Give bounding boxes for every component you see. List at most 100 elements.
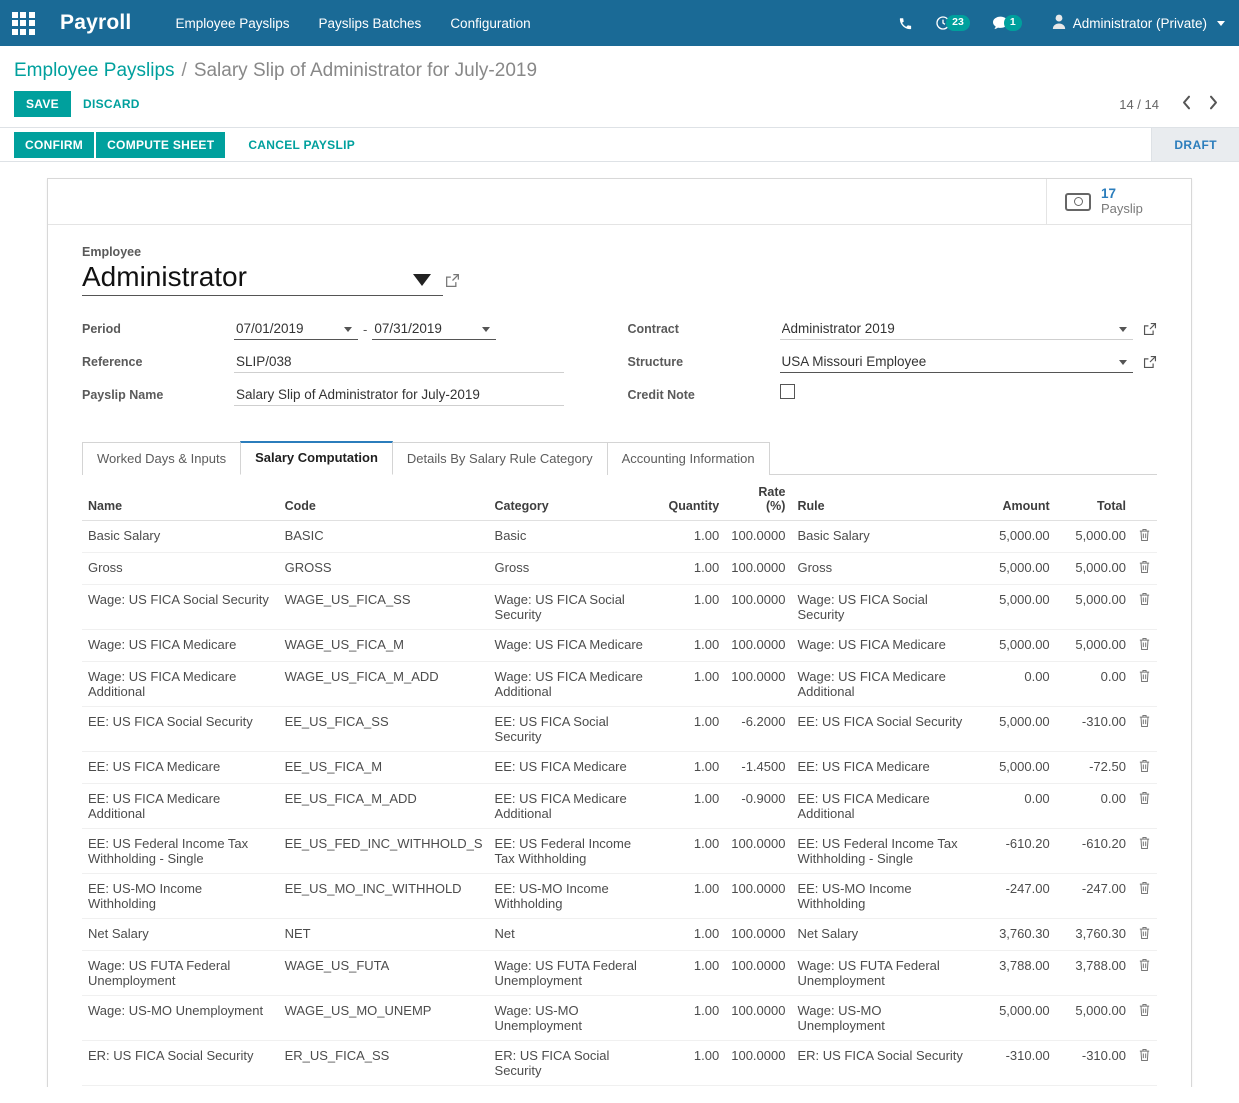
cell-rate[interactable]: 100.0000: [725, 584, 792, 630]
table-row[interactable]: EE: US FICA Social Security EE_US_FICA_SS…: [82, 706, 1157, 752]
cell-rate[interactable]: 100.0000: [725, 629, 792, 662]
trash-icon[interactable]: [1138, 791, 1151, 807]
cell-name[interactable]: Wage: US FICA Social Security: [82, 584, 279, 630]
cell-quantity[interactable]: 1.00: [655, 584, 726, 630]
cell-rule[interactable]: Wage: US FICA Medicare: [791, 629, 975, 662]
cell-rate[interactable]: 100.0000: [725, 520, 792, 553]
cancel-payslip-button[interactable]: CANCEL PAYSLIP: [237, 132, 366, 158]
cell-amount[interactable]: 5,000.00: [974, 520, 1056, 553]
trash-icon[interactable]: [1138, 560, 1151, 576]
credit-note-checkbox[interactable]: [779, 384, 795, 399]
cell-total[interactable]: -72.50: [1055, 751, 1132, 784]
apps-grid-icon[interactable]: [8, 8, 38, 38]
cell-name[interactable]: EE: US FICA Social Security: [82, 706, 279, 752]
trash-icon[interactable]: [1138, 759, 1151, 775]
cell-total[interactable]: 5,000.00: [1055, 995, 1132, 1041]
cell-rule[interactable]: ER: US FICA Medicare: [791, 1085, 975, 1087]
cell-total[interactable]: -310.00: [1055, 706, 1132, 752]
cell-total[interactable]: 5,000.00: [1055, 520, 1132, 553]
cell-total[interactable]: 5,000.00: [1055, 629, 1132, 662]
cell-category[interactable]: Basic: [488, 520, 656, 553]
cell-code[interactable]: WAGE_US_FICA_SS: [278, 584, 489, 630]
table-row[interactable]: EE: US-MO Income Withholding EE_US_MO_INC…: [82, 873, 1157, 919]
cell-total[interactable]: 3,760.30: [1055, 918, 1132, 951]
period-from-input[interactable]: [234, 318, 358, 340]
table-row[interactable]: EE: US FICA Medicare Additional EE_US_FIC…: [82, 783, 1157, 829]
cell-amount[interactable]: 0.00: [974, 783, 1056, 829]
cell-category[interactable]: EE: US FICA Medicare: [488, 751, 656, 784]
trash-icon[interactable]: [1138, 714, 1151, 730]
cell-rate[interactable]: 100.0000: [725, 918, 792, 951]
trash-icon[interactable]: [1138, 1003, 1151, 1019]
cell-code[interactable]: EE_US_FICA_M_ADD: [278, 783, 489, 829]
cell-category[interactable]: EE: US FICA Medicare Additional: [488, 783, 656, 829]
discard-button[interactable]: DISCARD: [71, 91, 152, 117]
cell-amount[interactable]: 0.00: [974, 661, 1056, 707]
cell-category[interactable]: Wage: US FICA Medicare Additional: [488, 661, 656, 707]
menu-employee-payslips[interactable]: Employee Payslips: [175, 16, 289, 31]
contract-external-link-icon[interactable]: [1143, 322, 1157, 336]
structure-external-link-icon[interactable]: [1143, 355, 1157, 369]
cell-code[interactable]: NET: [278, 918, 489, 951]
trash-icon[interactable]: [1138, 528, 1151, 544]
trash-icon[interactable]: [1138, 592, 1151, 608]
cell-total[interactable]: 5,000.00: [1055, 552, 1132, 585]
cell-total[interactable]: -610.20: [1055, 828, 1132, 874]
cell-name[interactable]: ER: US FICA Medicare: [82, 1085, 279, 1087]
cell-amount[interactable]: -247.00: [974, 873, 1056, 919]
table-row[interactable]: Wage: US-MO Unemployment WAGE_US_MO_UNEMP…: [82, 995, 1157, 1041]
employee-caret-down-icon[interactable]: [413, 274, 431, 286]
cell-quantity[interactable]: 1.00: [655, 1085, 726, 1087]
employee-external-link-icon[interactable]: [445, 273, 460, 288]
cell-name[interactable]: EE: US FICA Medicare: [82, 751, 279, 784]
cell-name[interactable]: Wage: US FICA Medicare: [82, 629, 279, 662]
cell-total[interactable]: -247.00: [1055, 873, 1132, 919]
cell-amount[interactable]: 5,000.00: [974, 552, 1056, 585]
pager-previous-button[interactable]: [1175, 93, 1198, 115]
cell-total[interactable]: 0.00: [1055, 661, 1132, 707]
cell-code[interactable]: ER_US_FICA_M: [278, 1085, 489, 1087]
cell-rule[interactable]: EE: US FICA Medicare Additional: [791, 783, 975, 829]
cell-category[interactable]: EE: US-MO Income Withholding: [488, 873, 656, 919]
cell-category[interactable]: ER: US FICA Medicare: [488, 1085, 656, 1087]
cell-rate[interactable]: 100.0000: [725, 1040, 792, 1086]
cell-code[interactable]: GROSS: [278, 552, 489, 585]
status-badge-draft[interactable]: DRAFT: [1152, 128, 1239, 161]
cell-code[interactable]: EE_US_FED_INC_WITHHOLD_S: [278, 828, 489, 874]
cell-rule[interactable]: EE: US-MO Income Withholding: [791, 873, 975, 919]
cell-name[interactable]: EE: US-MO Income Withholding: [82, 873, 279, 919]
cell-amount[interactable]: 5,000.00: [974, 629, 1056, 662]
cell-category[interactable]: Wage: US FICA Social Security: [488, 584, 656, 630]
user-menu[interactable]: Administrator (Private): [1052, 14, 1225, 32]
tab-accounting-information[interactable]: Accounting Information: [606, 442, 770, 475]
save-button[interactable]: SAVE: [14, 91, 71, 117]
cell-quantity[interactable]: 1.00: [655, 950, 726, 996]
cell-rate[interactable]: -1.4500: [725, 751, 792, 784]
cell-total[interactable]: 5,000.00: [1055, 584, 1132, 630]
messages-chat-icon[interactable]: 1: [992, 15, 1022, 31]
cell-name[interactable]: EE: US Federal Income Tax Withholding - …: [82, 828, 279, 874]
cell-code[interactable]: WAGE_US_FUTA: [278, 950, 489, 996]
cell-rule[interactable]: Net Salary: [791, 918, 975, 951]
table-row[interactable]: ER: US FICA Social Security ER_US_FICA_SS…: [82, 1040, 1157, 1086]
cell-amount[interactable]: -72.50: [974, 1085, 1056, 1087]
cell-category[interactable]: Wage: US FUTA Federal Unemployment: [488, 950, 656, 996]
cell-name[interactable]: EE: US FICA Medicare Additional: [82, 783, 279, 829]
cell-category[interactable]: EE: US Federal Income Tax Withholding: [488, 828, 656, 874]
table-row[interactable]: Wage: US FICA Social Security WAGE_US_FIC…: [82, 584, 1157, 630]
cell-rule[interactable]: Wage: US FICA Social Security: [791, 584, 975, 630]
cell-amount[interactable]: -310.00: [974, 1040, 1056, 1086]
trash-icon[interactable]: [1138, 958, 1151, 974]
cell-code[interactable]: EE_US_FICA_M: [278, 751, 489, 784]
contract-input[interactable]: [779, 318, 1133, 340]
cell-code[interactable]: WAGE_US_FICA_M: [278, 629, 489, 662]
compute-sheet-button[interactable]: COMPUTE SHEET: [96, 131, 226, 158]
cell-quantity[interactable]: 1.00: [655, 552, 726, 585]
cell-rule[interactable]: Wage: US FICA Medicare Additional: [791, 661, 975, 707]
stat-button-payslip[interactable]: 17 Payslip: [1046, 179, 1191, 224]
cell-quantity[interactable]: 1.00: [655, 828, 726, 874]
cell-rate[interactable]: 100.0000: [725, 661, 792, 707]
table-row[interactable]: ER: US FICA MedicareER_US_FICA_MER: US F…: [82, 1085, 1157, 1087]
cell-quantity[interactable]: 1.00: [655, 1040, 726, 1086]
pager-next-button[interactable]: [1202, 93, 1225, 115]
